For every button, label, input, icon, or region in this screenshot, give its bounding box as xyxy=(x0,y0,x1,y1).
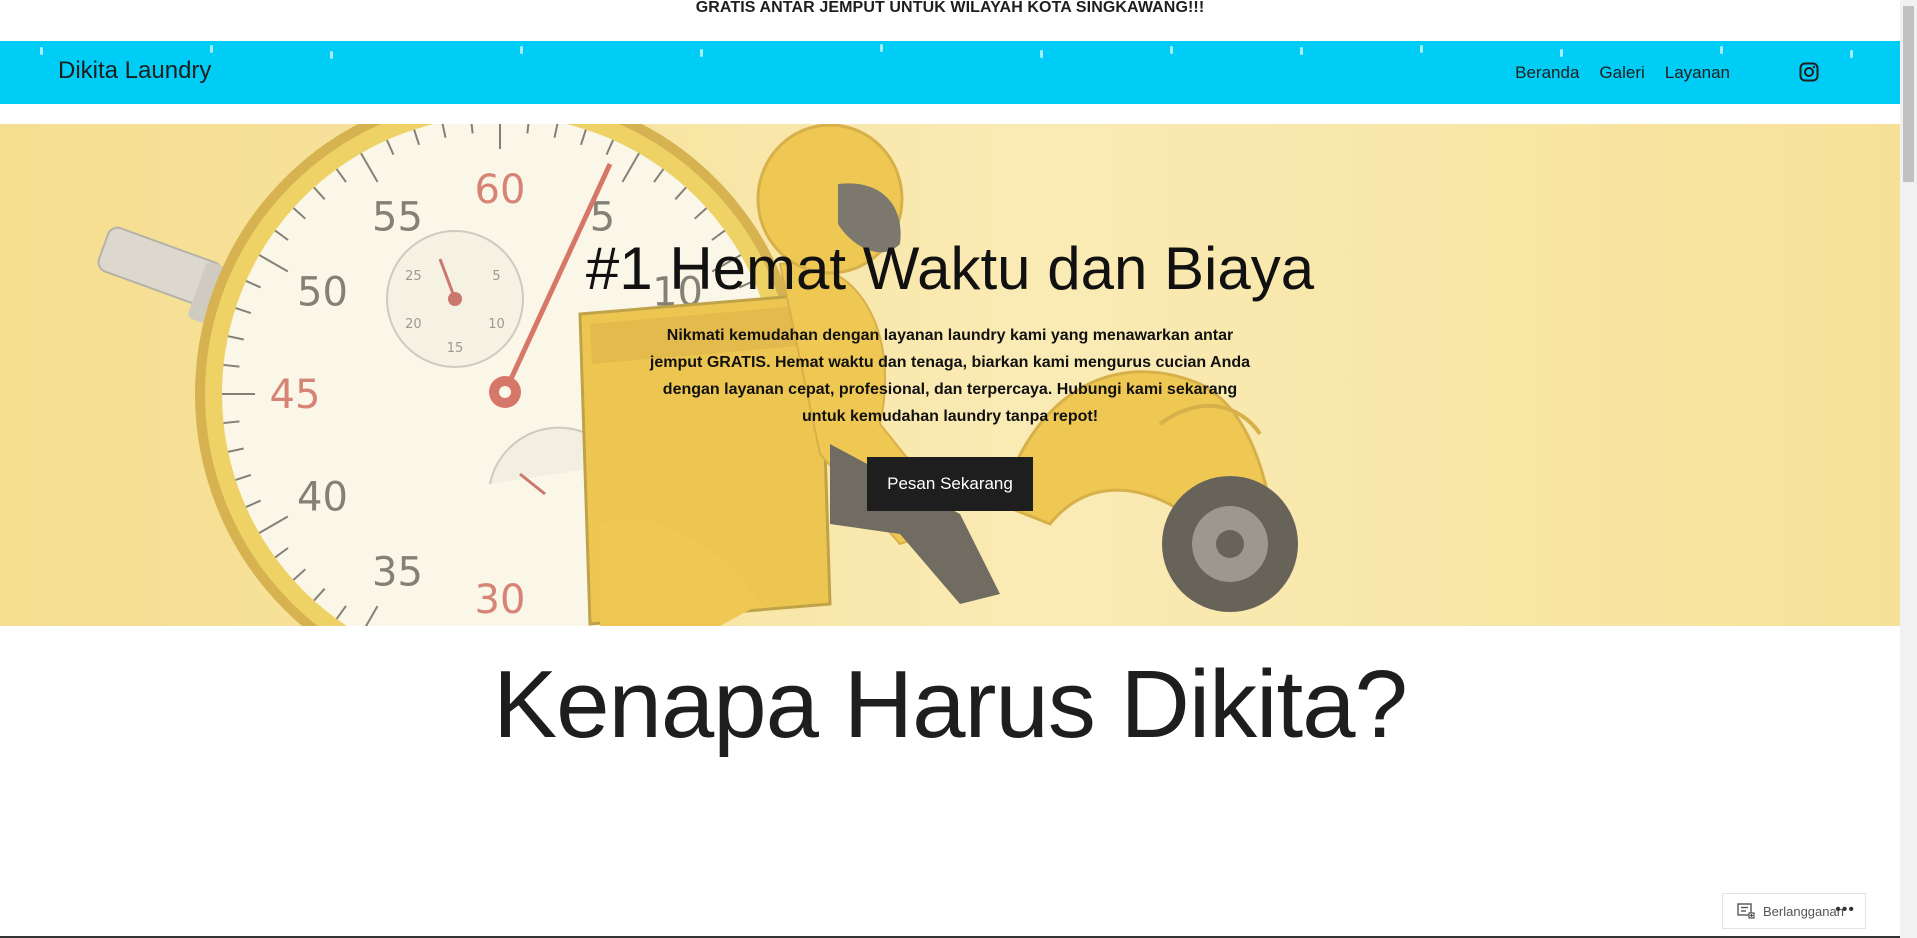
nav-item-layanan[interactable]: Layanan xyxy=(1665,63,1730,83)
section-title: Kenapa Harus Dikita? xyxy=(493,651,1408,758)
header-sparkle xyxy=(330,51,333,59)
nav-item-galeri[interactable]: Galeri xyxy=(1599,63,1644,83)
site-header: Dikita Laundry Beranda Galeri Layanan xyxy=(0,41,1900,104)
subscribe-label[interactable]: Berlangganan xyxy=(1763,904,1844,919)
page-scrollbar[interactable] xyxy=(1900,0,1917,938)
order-now-button[interactable]: Pesan Sekarang xyxy=(867,457,1033,511)
header-sparkle xyxy=(880,44,883,52)
header-sparkle xyxy=(1720,46,1723,54)
instagram-icon[interactable] xyxy=(1799,62,1819,82)
nav-item-beranda[interactable]: Beranda xyxy=(1515,63,1579,83)
header-sparkle xyxy=(1040,50,1043,58)
page: GRATIS ANTAR JEMPUT UNTUK WILAYAH KOTA S… xyxy=(0,0,1917,938)
header-sparkle xyxy=(210,45,213,53)
subscribe-widget[interactable]: Berlangganan ••• xyxy=(1722,893,1866,929)
header-sparkle xyxy=(40,47,43,55)
header-sparkle xyxy=(1420,45,1423,53)
hero-section: 60510555045403530 510152025 xyxy=(0,124,1900,626)
header-sparkle xyxy=(1560,49,1563,57)
reader-icon xyxy=(1737,903,1755,919)
page-content: GRATIS ANTAR JEMPUT UNTUK WILAYAH KOTA S… xyxy=(0,0,1900,938)
header-sparkle xyxy=(700,49,703,57)
announcement-bar: GRATIS ANTAR JEMPUT UNTUK WILAYAH KOTA S… xyxy=(695,0,1205,16)
hero-title: #1 Hemat Waktu dan Biaya xyxy=(585,235,1315,302)
hero-description: Nikmati kemudahan dengan layanan laundry… xyxy=(649,327,1251,425)
header-sparkle xyxy=(520,46,523,54)
scrollbar-thumb[interactable] xyxy=(1903,6,1914,182)
main-navigation: Beranda Galeri Layanan xyxy=(1515,63,1730,83)
site-title-link[interactable]: Dikita Laundry xyxy=(58,57,211,85)
instagram-icon-svg xyxy=(1799,62,1819,82)
header-sparkle xyxy=(1850,50,1853,58)
header-sparkle xyxy=(1170,46,1173,54)
more-options-icon[interactable]: ••• xyxy=(1835,901,1855,919)
header-sparkle xyxy=(1300,47,1303,55)
